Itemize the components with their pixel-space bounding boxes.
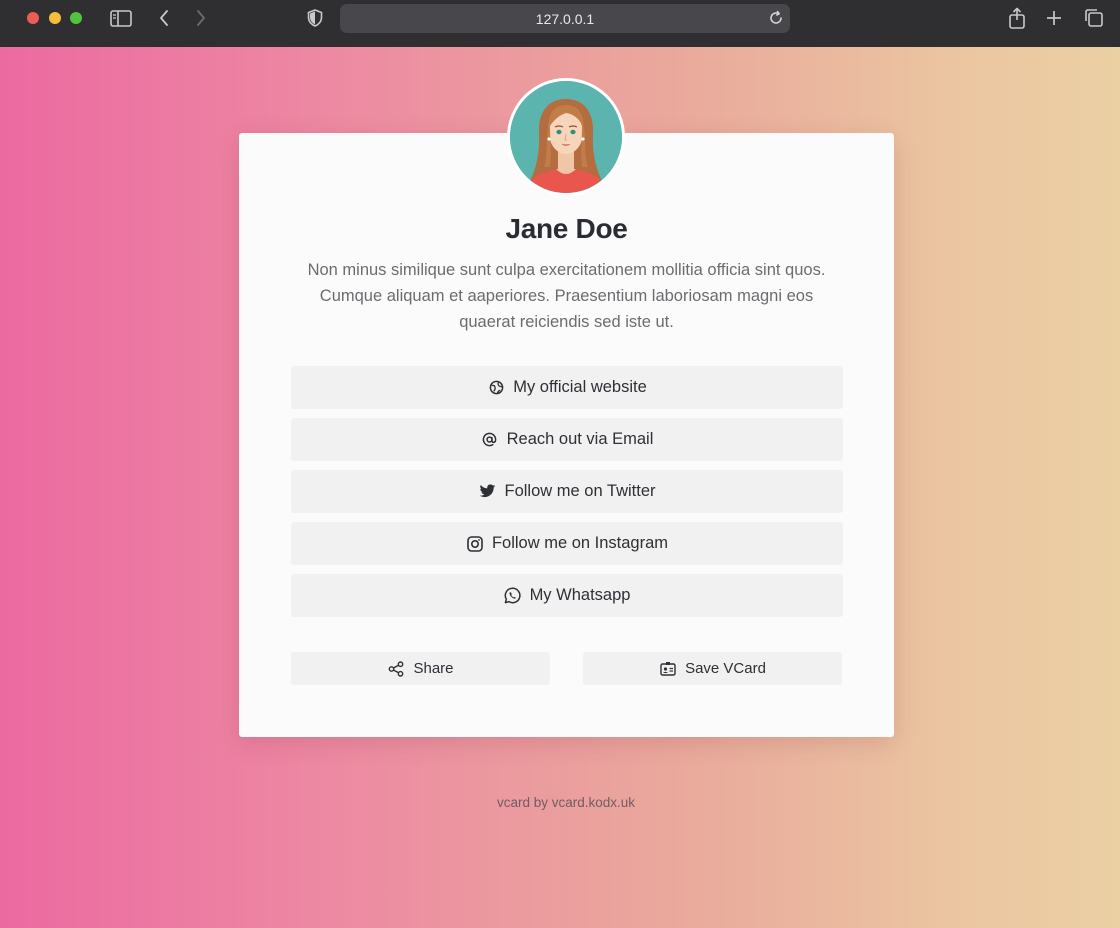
save-vcard-label: Save VCard (685, 660, 766, 677)
minimize-window-button[interactable] (49, 12, 61, 24)
twitter-link-label: Follow me on Twitter (504, 482, 656, 500)
email-link-label: Reach out via Email (506, 430, 654, 448)
website-link-label: My official website (513, 378, 647, 396)
address-bar[interactable]: 127.0.0.1 (340, 4, 790, 33)
instagram-link-label: Follow me on Instagram (491, 534, 669, 552)
contact-card-icon (659, 660, 677, 678)
whatsapp-icon (504, 587, 522, 605)
instagram-link-button[interactable]: Follow me on Instagram (291, 522, 843, 565)
forward-icon[interactable] (192, 8, 210, 28)
share-icon (387, 660, 405, 678)
privacy-shield-icon[interactable] (305, 8, 325, 28)
close-window-button[interactable] (27, 12, 39, 24)
email-link-button[interactable]: Reach out via Email (291, 418, 843, 461)
instagram-icon (466, 535, 484, 553)
avatar-illustration (510, 81, 622, 193)
vcard-card: Jane Doe Non minus similique sunt culpa … (239, 133, 894, 737)
profile-name: Jane Doe (505, 213, 628, 244)
whatsapp-link-label: My Whatsapp (529, 586, 631, 604)
globe-icon (487, 379, 505, 397)
share-label: Share (413, 660, 454, 677)
new-tab-icon[interactable] (1043, 8, 1065, 28)
back-icon[interactable] (155, 8, 173, 28)
at-sign-icon (481, 431, 499, 449)
whatsapp-link-button[interactable]: My Whatsapp (291, 574, 843, 617)
sidebar-toggle-icon[interactable] (110, 8, 132, 28)
twitter-link-button[interactable]: Follow me on Twitter (291, 470, 843, 513)
avatar (507, 78, 625, 196)
browser-share-icon[interactable] (1006, 6, 1028, 30)
reload-icon[interactable] (768, 10, 784, 26)
zoom-window-button[interactable] (70, 12, 82, 24)
tab-overview-icon[interactable] (1083, 8, 1105, 28)
twitter-icon (479, 483, 497, 501)
footer-credit: vcard by vcard.kodx.uk (496, 795, 636, 810)
share-button[interactable]: Share (291, 652, 550, 685)
website-link-button[interactable]: My official website (291, 366, 843, 409)
profile-bio: Non minus similique sunt culpa exercitat… (307, 261, 826, 331)
save-vcard-button[interactable]: Save VCard (583, 652, 842, 685)
browser-toolbar: 127.0.0.1 (0, 0, 1120, 47)
address-text: 127.0.0.1 (535, 11, 595, 27)
